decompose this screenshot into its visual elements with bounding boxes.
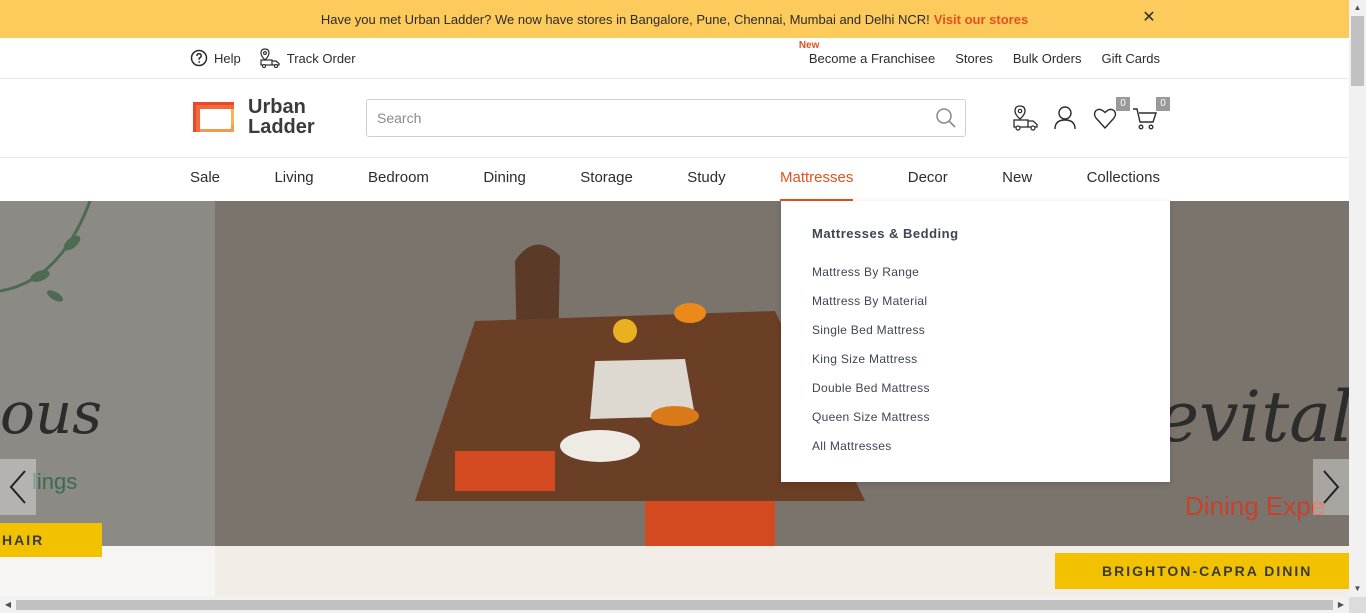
help-label: Help [214,50,241,66]
nav-study[interactable]: Study [687,158,725,201]
nav-decor[interactable]: Decor [908,158,948,201]
chevron-left-icon [9,470,26,504]
hero-left-ribbon: HAIR [0,523,102,557]
wishlist-count-badge: 0 [1116,97,1130,111]
mattresses-dropdown-menu: Mattresses & Bedding Mattress By Range M… [781,201,1170,482]
scrollbar-corner [1349,597,1366,613]
stores-link[interactable]: Stores [955,51,993,66]
become-franchisee-link[interactable]: New Become a Franchisee [799,40,936,66]
help-icon [190,49,208,67]
truck-location-icon [260,48,280,68]
dropdown-link-double-bed-mattress[interactable]: Double Bed Mattress [812,380,930,409]
help-link[interactable]: Help [190,49,241,67]
announcement-bar: Have you met Urban Ladder? We now have s… [0,0,1349,38]
nav-new[interactable]: New [1002,158,1032,201]
nav-sale[interactable]: Sale [190,158,220,201]
scroll-up-arrow-icon[interactable]: ▲ [1349,0,1366,16]
main-nav: Sale Living Bedroom Dining Storage Study… [0,158,1349,201]
dropdown-heading[interactable]: Mattresses & Bedding [812,226,959,241]
close-icon[interactable]: ✕ [1141,9,1157,27]
user-icon[interactable] [1052,105,1078,131]
logo-text-ladder: Ladder [248,116,315,138]
vertical-scrollbar[interactable]: ▲ ▼ [1349,0,1366,597]
horizontal-scrollbar[interactable]: ◀ ▶ [0,597,1349,613]
search-input[interactable] [367,100,927,136]
search-icon[interactable] [935,107,957,129]
nav-dining[interactable]: Dining [483,158,526,201]
logo-mark-icon [193,102,234,132]
urban-ladder-logo[interactable]: Urban Ladder [190,97,322,137]
dropdown-link-king-size-mattress[interactable]: King Size Mattress [812,351,930,380]
dropdown-link-single-bed-mattress[interactable]: Single Bed Mattress [812,322,930,351]
nav-storage[interactable]: Storage [580,158,633,201]
vertical-scroll-thumb[interactable] [1351,16,1364,86]
chevron-right-icon [1323,470,1340,504]
horizontal-scroll-thumb[interactable] [16,600,1333,610]
scroll-right-arrow-icon[interactable]: ▶ [1333,597,1349,613]
cart-count-badge: 0 [1156,97,1170,111]
track-order-link[interactable]: Track Order [259,48,356,68]
nav-living[interactable]: Living [274,158,313,201]
scroll-left-arrow-icon[interactable]: ◀ [0,597,16,613]
scroll-down-arrow-icon[interactable]: ▼ [1349,581,1366,597]
logo-text-urban: Urban [248,96,306,118]
hero-right-subtitle: Dining Expe [1185,491,1326,521]
carousel-next-button[interactable] [1313,459,1349,515]
carousel-prev-button[interactable] [0,459,36,515]
nav-bedroom[interactable]: Bedroom [368,158,429,201]
delivery-icon[interactable] [1012,105,1038,131]
new-badge: New [798,39,820,51]
main-header: Urban Ladder 0 0 [0,79,1349,158]
wishlist-icon[interactable]: 0 [1092,97,1130,131]
hero-left-subtitle: lings [32,469,78,494]
utility-bar: Help Track Order New Become a Franchisee… [0,38,1349,79]
visit-stores-link[interactable]: Visit our stores [934,12,1028,27]
become-franchisee-label: Become a Franchisee [808,50,936,66]
bulk-orders-link[interactable]: Bulk Orders [1013,51,1082,66]
gift-cards-link[interactable]: Gift Cards [1101,51,1160,66]
dropdown-link-all-mattresses[interactable]: All Mattresses [812,438,930,467]
nav-collections[interactable]: Collections [1087,158,1160,201]
search-box [366,99,966,137]
cart-icon[interactable]: 0 [1132,97,1170,131]
dropdown-link-queen-size-mattress[interactable]: Queen Size Mattress [812,409,930,438]
nav-mattresses[interactable]: Mattresses [779,158,854,201]
track-order-label: Track Order [286,50,356,66]
hero-right-ribbon: BRIGHTON-CAPRA DININ [1055,553,1349,589]
hero-left-script: ous [0,379,103,447]
dropdown-link-mattress-by-material[interactable]: Mattress By Material [812,293,930,322]
announcement-text: Have you met Urban Ladder? We now have s… [320,11,930,27]
dropdown-link-mattress-by-range[interactable]: Mattress By Range [812,264,930,293]
